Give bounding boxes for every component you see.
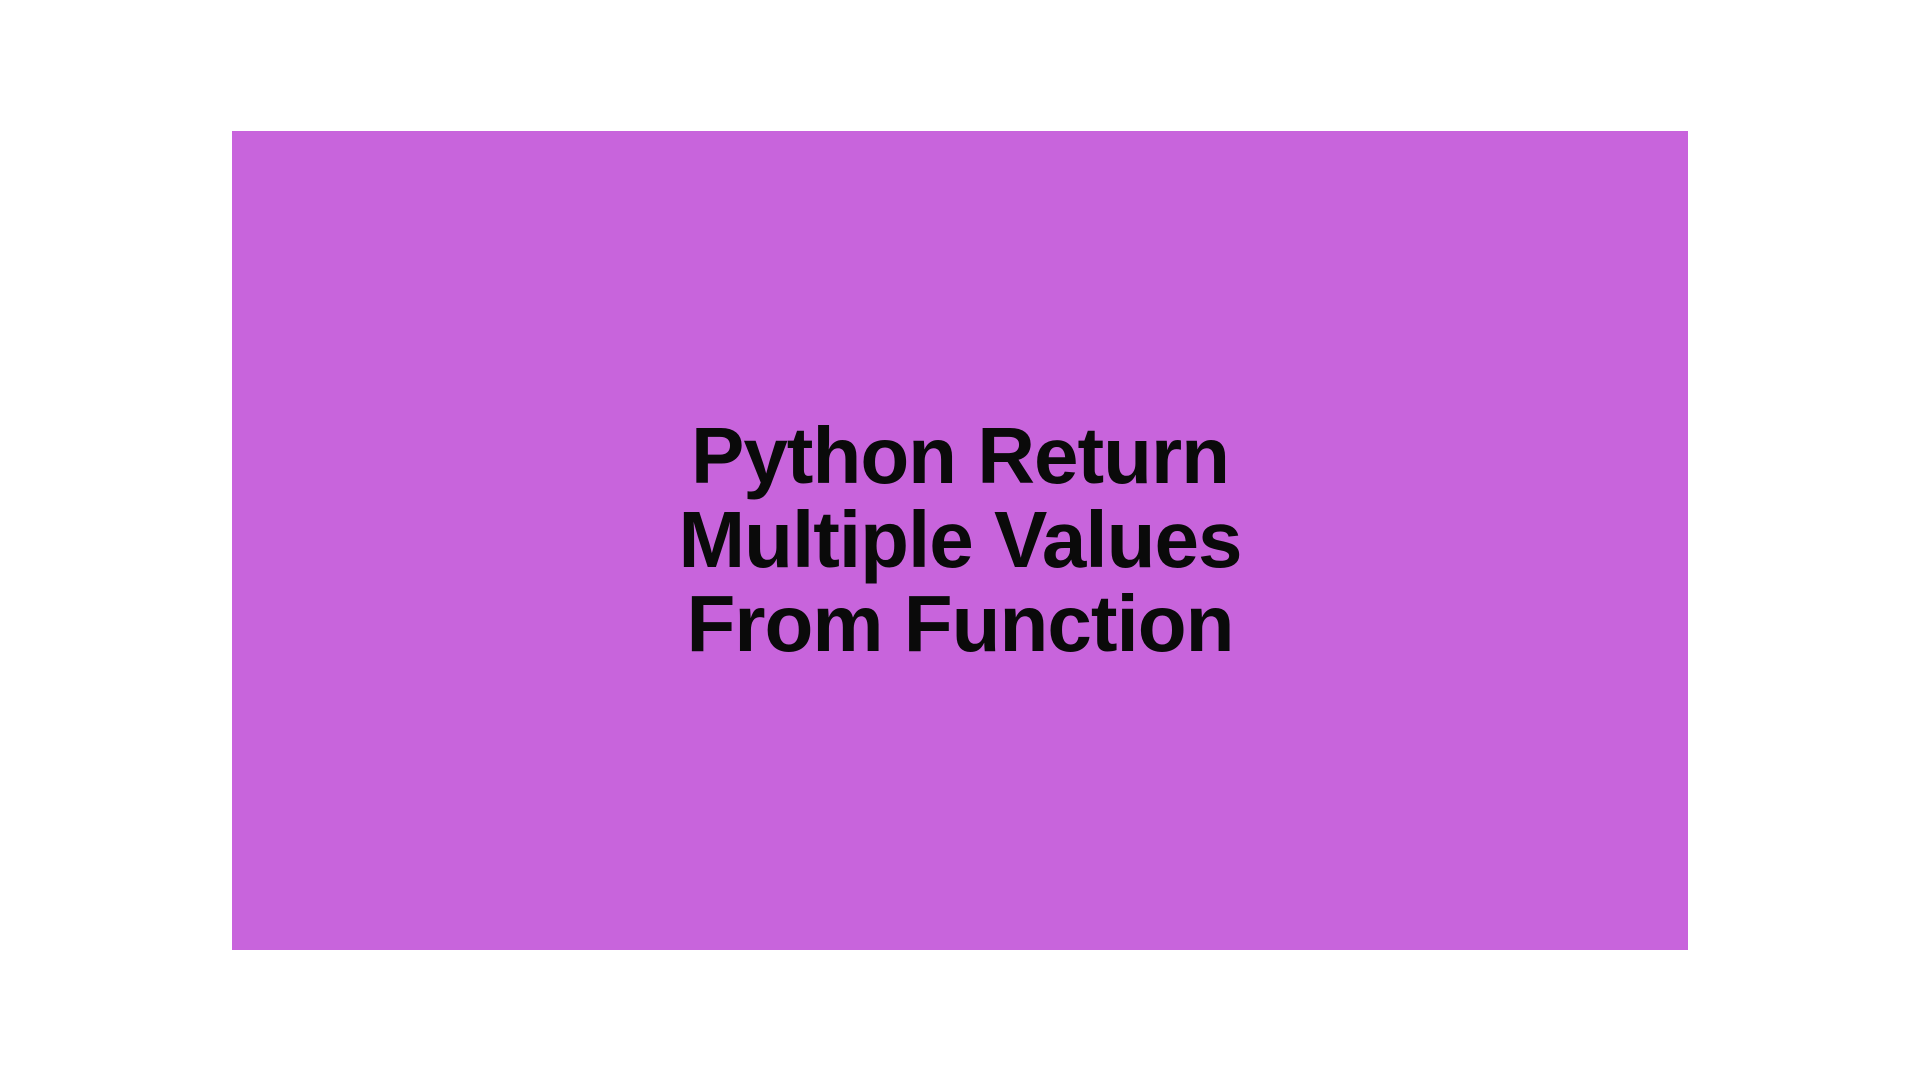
title-card: Python Return Multiple Values From Funct… [232,131,1688,950]
title-line-1: Python Return [691,411,1229,500]
title-line-3: From Function [687,579,1234,668]
title-line-2: Multiple Values [679,495,1242,584]
card-title: Python Return Multiple Values From Funct… [679,414,1242,666]
